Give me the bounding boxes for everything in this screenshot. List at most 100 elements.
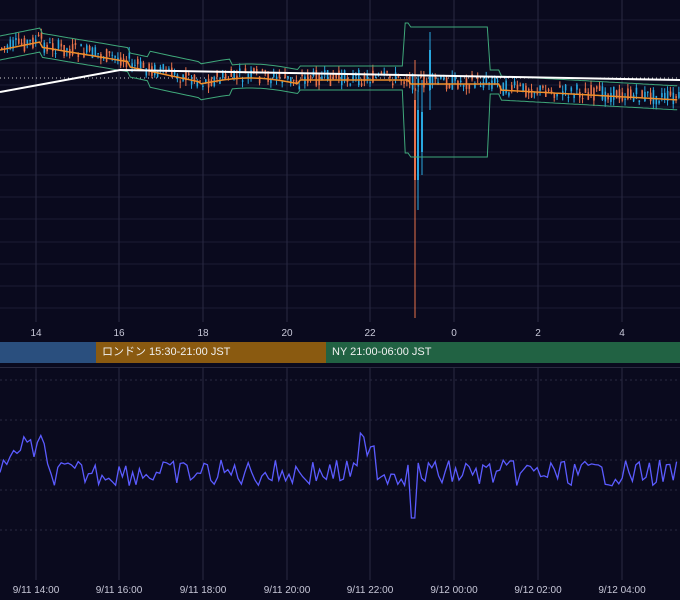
candle-body (37, 34, 40, 37)
candle-body (349, 84, 352, 86)
candle-body (539, 85, 541, 91)
candle-body (630, 89, 632, 97)
candle-body (675, 96, 677, 99)
candle-body (516, 84, 519, 90)
price-chart[interactable] (0, 0, 680, 322)
candle-body (502, 82, 505, 96)
candle-body (239, 68, 241, 72)
candle-body (598, 85, 601, 91)
candle-body (664, 92, 666, 100)
candle-body (179, 81, 182, 83)
date-label: 9/12 04:00 (598, 585, 646, 596)
candle-body (496, 80, 499, 82)
date-label: 9/12 00:00 (430, 585, 478, 596)
candle-body (292, 79, 295, 82)
candle-body (426, 81, 428, 83)
candle-body (88, 45, 91, 51)
candle-body (587, 92, 590, 100)
session-bar: ロンドン 15:30-21:00 JST NY 21:00-06:00 JST (0, 342, 680, 364)
candle-body (216, 72, 218, 77)
date-axis: 9/11 14:00 9/11 16:00 9/11 18:00 9/11 20… (0, 580, 680, 600)
candle-body (601, 86, 604, 100)
candle-body (40, 32, 43, 39)
oscillator-chart[interactable] (0, 368, 680, 580)
hour-label: 22 (364, 328, 376, 339)
candle-body (596, 86, 598, 89)
candle-body (649, 92, 652, 102)
date-label: 9/11 14:00 (12, 585, 60, 596)
candle-body (392, 83, 394, 86)
candle-body (360, 83, 363, 86)
candle-body (610, 92, 612, 102)
hour-label: 20 (281, 328, 293, 339)
candle-body (644, 91, 646, 102)
candle-body (615, 90, 618, 99)
candle-body (437, 82, 439, 84)
candle-body (576, 84, 578, 90)
candle-body (74, 43, 77, 46)
candle-body (672, 92, 675, 105)
candle-body (513, 81, 516, 86)
candle-body (281, 81, 284, 84)
hour-label: 18 (197, 328, 209, 339)
candle-body (658, 100, 660, 104)
candle-body (564, 84, 567, 91)
candle-body (519, 84, 522, 86)
candle-body (479, 85, 482, 87)
candle-body (165, 71, 167, 74)
candle-body (15, 37, 17, 40)
candle-body (635, 87, 638, 95)
hour-label: 16 (113, 328, 125, 339)
candle-body (358, 70, 360, 86)
session-london: ロンドン 15:30-21:00 JST (96, 342, 326, 363)
candle-body (386, 71, 388, 73)
candle-body (468, 84, 471, 89)
candle-body (270, 79, 272, 84)
candle-body (114, 55, 116, 58)
candle-body (533, 92, 536, 94)
candle-body (624, 98, 626, 100)
spike-body (417, 110, 419, 180)
candle-body (188, 73, 190, 75)
candle-body (559, 85, 561, 88)
candle-body (105, 49, 108, 62)
candle-body (267, 73, 269, 82)
candle-body (86, 45, 88, 53)
candle-body (590, 85, 592, 95)
session-ny: NY 21:00-06:00 JST (326, 342, 680, 363)
candle-body (443, 78, 445, 81)
hour-label: 4 (619, 328, 625, 339)
candle-body (485, 76, 488, 84)
trend-line (0, 68, 680, 93)
candle-body (669, 91, 672, 96)
date-label: 9/11 22:00 (346, 585, 394, 596)
candle-body (553, 93, 556, 98)
candle-body (593, 88, 595, 101)
candle-body (394, 72, 397, 81)
candle-body (298, 86, 301, 89)
candle-body (641, 90, 643, 98)
candle-body (542, 85, 544, 88)
candle-body (29, 39, 31, 41)
candle-body (655, 95, 658, 105)
candle-body (403, 81, 405, 84)
candle-body (230, 69, 233, 77)
candle-body (423, 75, 425, 88)
candle-body (287, 76, 289, 78)
candle-body (60, 43, 63, 47)
candle-body (54, 53, 57, 55)
candle-body (94, 47, 97, 56)
candle-body (647, 91, 649, 93)
candle-body (536, 92, 539, 94)
candle-body (315, 70, 318, 86)
candle-body (607, 94, 609, 100)
candle-body (547, 89, 550, 92)
candle-body (261, 69, 264, 71)
candle-body (451, 75, 454, 90)
candle-body (145, 68, 148, 76)
candle-body (380, 72, 383, 74)
candle-body (108, 51, 111, 54)
candle-body (613, 86, 615, 100)
hour-axis: 14 16 18 20 22 0 2 4 (0, 322, 680, 342)
candle-body (97, 53, 99, 55)
